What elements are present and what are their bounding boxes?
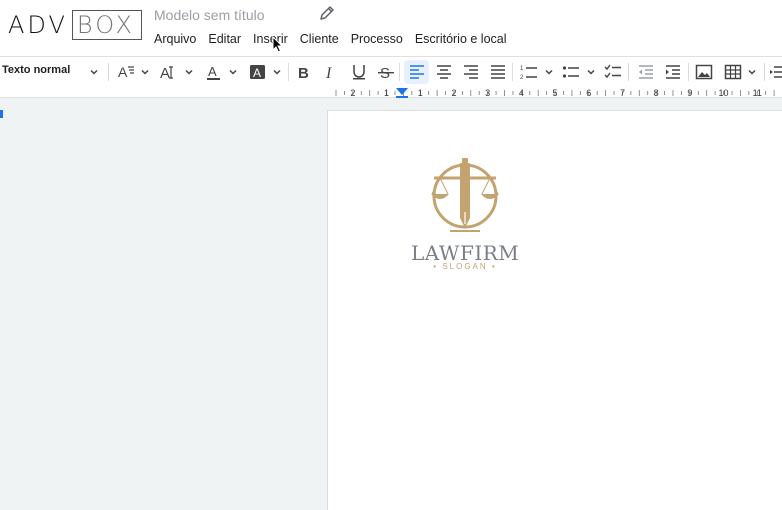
svg-text:A: A: [118, 64, 128, 80]
chevron-down-icon[interactable]: [140, 67, 150, 77]
indent-marker[interactable]: [396, 88, 408, 95]
mouse-cursor-icon: [272, 36, 284, 53]
numbered-list-icon[interactable]: 1 2: [520, 63, 538, 81]
text-color-icon[interactable]: A: [205, 63, 223, 81]
ruler-label: 1: [418, 88, 423, 98]
ruler-label: 7: [620, 88, 625, 98]
toolbar-divider: [288, 63, 289, 81]
logo-right-text: BOX: [71, 10, 142, 40]
advbox-logo[interactable]: ADV BOX: [8, 10, 142, 40]
menu-arquivo[interactable]: Arquivo: [154, 31, 196, 47]
menu-processo[interactable]: Processo: [351, 31, 403, 47]
text-size-icon[interactable]: A: [160, 63, 178, 81]
ruler-label: 2: [451, 88, 456, 98]
more-options-icon[interactable]: [770, 63, 782, 81]
bulleted-list-icon[interactable]: [562, 63, 580, 81]
chevron-down-icon[interactable]: [586, 67, 596, 77]
svg-text:A: A: [208, 64, 217, 79]
table-icon[interactable]: [724, 63, 742, 81]
edit-title-pencil-icon[interactable]: [318, 4, 336, 22]
svg-text:A: A: [253, 66, 261, 80]
toolbar-divider: [108, 63, 109, 81]
chevron-down-icon[interactable]: [544, 67, 554, 77]
highlight-color-icon[interactable]: A: [249, 63, 267, 81]
chevron-down-icon[interactable]: [228, 67, 238, 77]
ruler-label: 10: [719, 88, 729, 98]
menu-cliente[interactable]: Cliente: [300, 31, 339, 47]
toolbar-divider: [628, 63, 629, 81]
checklist-icon[interactable]: [604, 63, 622, 81]
align-left-icon[interactable]: [408, 63, 426, 81]
document-page[interactable]: [327, 110, 782, 510]
chevron-down-icon[interactable]: [272, 67, 282, 77]
toolbar-divider: [399, 63, 400, 81]
toolbar-divider: [688, 63, 689, 81]
chevron-down-icon[interactable]: [747, 67, 757, 77]
menu-bar: Arquivo Editar Inserir Cliente Processo …: [154, 31, 519, 47]
svg-text:2: 2: [520, 75, 524, 81]
underline-icon[interactable]: [350, 63, 368, 81]
ruler-label: 8: [654, 88, 659, 98]
ruler-label: 2: [350, 88, 355, 98]
ruler[interactable]: 2 1 1 2 3 4 5 6 7 8 9 10 11: [0, 86, 782, 98]
align-justify-icon[interactable]: [489, 63, 507, 81]
svg-text:1: 1: [520, 66, 524, 72]
chevron-down-icon[interactable]: [89, 67, 99, 77]
font-size-icon[interactable]: A: [117, 63, 135, 81]
document-title[interactable]: Modelo sem título: [154, 6, 265, 24]
app-header: ADV BOX Modelo sem título Arquivo Editar…: [0, 0, 782, 56]
ruler-label: 9: [687, 88, 692, 98]
toolbar-divider: [512, 63, 513, 81]
formatting-toolbar: Texto normal A A A A B I S 1 2: [0, 56, 782, 86]
svg-text:I: I: [325, 65, 332, 81]
chevron-down-icon[interactable]: [184, 67, 194, 77]
ruler-label: 6: [586, 88, 591, 98]
ruler-label: 5: [553, 88, 558, 98]
logo-left-text: ADV: [8, 11, 68, 39]
paragraph-style-select[interactable]: Texto normal: [2, 64, 70, 76]
svg-text:A: A: [160, 65, 170, 81]
ruler-label: 3: [485, 88, 490, 98]
align-right-icon[interactable]: [462, 63, 480, 81]
strikethrough-icon[interactable]: S: [377, 63, 395, 81]
ruler-label: 11: [753, 88, 762, 98]
ruler-label: 1: [384, 88, 389, 98]
toolbar-divider: [764, 63, 765, 81]
menu-editar[interactable]: Editar: [208, 31, 241, 47]
align-center-icon[interactable]: [435, 63, 453, 81]
italic-icon[interactable]: I: [322, 63, 340, 81]
menu-escritorio-local[interactable]: Escritório e local: [415, 31, 507, 47]
left-margin-marker[interactable]: [0, 110, 3, 118]
image-icon[interactable]: [695, 63, 713, 81]
firm-slogan: • SLOGAN •: [433, 262, 497, 271]
decrease-indent-icon[interactable]: [637, 63, 655, 81]
bold-icon[interactable]: B: [295, 63, 313, 81]
svg-text:B: B: [298, 65, 309, 81]
ruler-label: 4: [519, 88, 524, 98]
increase-indent-icon[interactable]: [664, 63, 682, 81]
